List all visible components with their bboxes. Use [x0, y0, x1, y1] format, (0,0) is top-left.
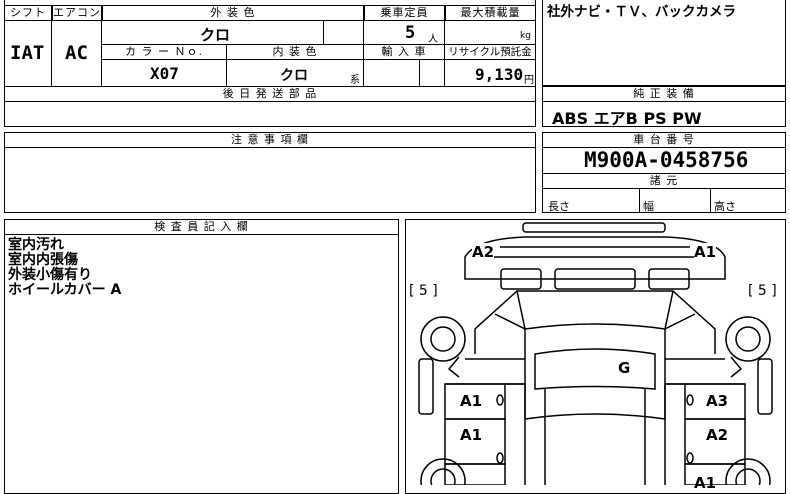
- genuine-equipment-value: ABS エアB PS PW: [552, 109, 702, 128]
- front-right-mark: A1: [694, 243, 717, 261]
- max-load-header: 最大積載量: [445, 5, 536, 21]
- notes-header: 注 意 事 項 欄: [4, 132, 536, 148]
- spec-width-label: 幅: [643, 200, 654, 213]
- recycle-value: 9,130: [475, 65, 524, 84]
- exterior-color-value: クロ: [200, 26, 231, 44]
- color-no-value: X07: [150, 64, 179, 83]
- chassis-header: 車 台 番 号: [542, 132, 786, 148]
- capacity-value: 5: [405, 23, 416, 43]
- specs-header: 諸 元: [542, 173, 786, 189]
- remark-line: 外装小傷有り: [8, 267, 92, 283]
- right-front-door-mark: A3: [706, 392, 729, 410]
- recycle-unit: 円: [524, 75, 534, 86]
- chassis-value: M900A-0458756: [584, 148, 749, 172]
- interior-color-header: 内 装 色: [226, 44, 364, 60]
- remark-line: 室内汚れ: [8, 237, 64, 253]
- later-parts-cell: [4, 101, 536, 127]
- left-rear-door-mark: A1: [460, 426, 483, 444]
- import-sub-cell: [419, 59, 445, 87]
- right-rear-partial-mark: A1: [694, 474, 717, 492]
- shift-header: シフト: [4, 5, 52, 21]
- genuine-equipment-header: 純 正 装 備: [542, 86, 786, 102]
- right-bracket-label: [ 5 ]: [748, 283, 777, 299]
- max-load-unit: kg: [520, 31, 531, 41]
- left-bracket-label: [ 5 ]: [409, 283, 438, 299]
- notes-cell: [4, 147, 536, 213]
- import-header: 輸 入 車: [363, 44, 445, 60]
- interior-color-suffix: 系: [350, 75, 360, 86]
- glass-mark: G: [618, 359, 631, 377]
- options-text: 社外ナビ・ＴＶ、バックカメラ: [547, 4, 736, 20]
- remark-line: 室内内張傷: [8, 252, 78, 268]
- color-no-header: カ ラ ー Ｎｏ.: [101, 44, 227, 60]
- capacity-unit: 人: [428, 34, 438, 45]
- car-diagram: [418, 222, 773, 485]
- aircon-header: エアコン: [52, 5, 102, 21]
- left-front-door-mark: A1: [460, 392, 483, 410]
- right-rear-door-mark: A2: [706, 426, 729, 444]
- recycle-header: リサイクル預託金: [444, 44, 536, 60]
- exterior-color-header: 外 装 色: [102, 5, 364, 21]
- front-left-mark: A2: [472, 243, 495, 261]
- inspector-remarks: 室内汚れ 室内内張傷 外装小傷有り ホイールカバー A: [8, 238, 121, 298]
- later-parts-header: 後 日 発 送 部 品: [4, 86, 536, 102]
- interior-color-value: クロ: [280, 68, 308, 84]
- spec-height-label: 高さ: [714, 200, 736, 213]
- aircon-value: AC: [65, 42, 88, 64]
- inspector-header: 検 査 員 記 入 欄: [4, 219, 399, 235]
- remark-line: ホイールカバー A: [8, 282, 122, 298]
- shift-value: IAT: [10, 42, 45, 64]
- spec-length-label: 長さ: [548, 200, 570, 213]
- capacity-header: 乗車定員: [364, 5, 445, 21]
